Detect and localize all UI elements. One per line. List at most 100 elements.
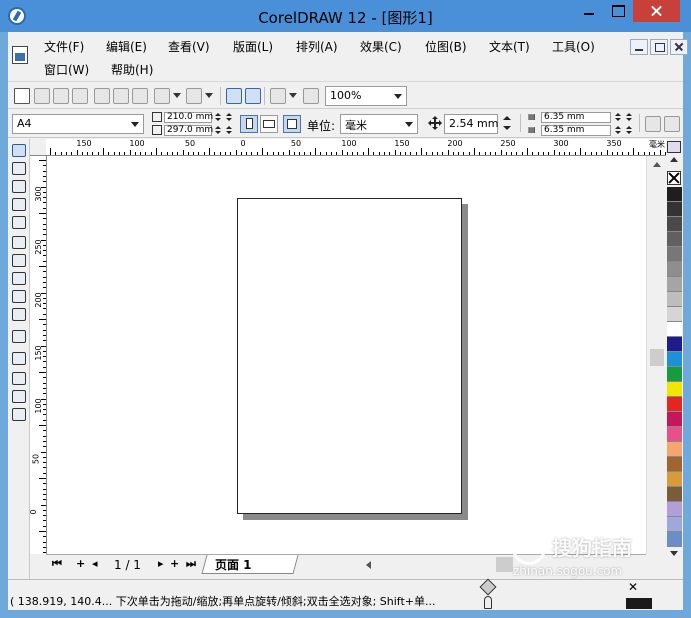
color-swatch[interactable]	[667, 187, 682, 202]
snap-to-grid-icon[interactable]	[645, 116, 661, 132]
export-icon[interactable]	[245, 88, 261, 104]
fill-tool-icon[interactable]	[11, 389, 27, 403]
undo-dropdown-icon[interactable]	[170, 88, 186, 104]
redo-dropdown-icon[interactable]	[202, 88, 218, 104]
previous-page-icon[interactable]: ◂	[92, 557, 98, 570]
save-icon[interactable]	[53, 88, 69, 104]
add-page-before-icon[interactable]: +	[76, 557, 85, 570]
menu-text[interactable]: 文本(T)	[489, 38, 530, 55]
color-swatch[interactable]	[667, 202, 682, 217]
vertical-scrollbar[interactable]	[646, 156, 666, 554]
paste-icon[interactable]	[132, 88, 148, 104]
color-swatch[interactable]	[667, 307, 682, 322]
duplicate-x-spinner[interactable]	[614, 113, 624, 123]
color-swatch[interactable]	[667, 292, 682, 307]
color-swatch[interactable]	[667, 367, 682, 382]
color-swatch[interactable]	[667, 532, 682, 547]
all-pages-setup-button[interactable]	[283, 115, 301, 133]
drawing-canvas[interactable]	[47, 156, 666, 554]
duplicate-y-spinner[interactable]	[614, 126, 624, 136]
menu-view[interactable]: 查看(V)	[168, 38, 210, 55]
menu-help[interactable]: 帮助(H)	[111, 61, 153, 78]
color-swatch[interactable]	[667, 502, 682, 517]
color-swatch[interactable]	[667, 352, 682, 367]
doc-restore-button[interactable]	[650, 39, 668, 55]
outline-indicator-icon[interactable]	[484, 596, 492, 609]
polygon-tool-icon[interactable]	[11, 271, 27, 285]
undo-icon[interactable]	[154, 88, 170, 104]
menu-window[interactable]: 窗口(W)	[44, 61, 89, 78]
palette-scroll-down-icon[interactable]	[670, 551, 678, 556]
duplicate-y-field[interactable]: 6.35 mm	[541, 125, 611, 136]
palette-scroll-up-icon[interactable]	[670, 157, 678, 162]
color-swatch[interactable]	[667, 442, 682, 457]
no-color-swatch[interactable]	[667, 171, 681, 185]
menu-effects[interactable]: 效果(C)	[360, 38, 402, 55]
zoom-level-select[interactable]: 100%	[325, 86, 407, 106]
palette-options-icon[interactable]	[667, 141, 681, 153]
scroll-left-icon[interactable]	[366, 561, 371, 569]
corel-online-icon[interactable]	[303, 88, 319, 104]
last-page-icon[interactable]: ⏭	[186, 557, 196, 571]
page-tab-1[interactable]: 页面 1	[201, 555, 299, 574]
rectangle-tool-icon[interactable]	[11, 235, 27, 249]
color-swatch[interactable]	[667, 397, 682, 412]
color-swatch[interactable]	[667, 472, 682, 487]
ellipse-tool-icon[interactable]	[11, 253, 27, 267]
outline-color-swatch[interactable]	[626, 598, 652, 609]
add-page-after-icon[interactable]: +	[170, 557, 179, 570]
text-tool-icon[interactable]	[11, 307, 27, 321]
page-width-spinner-alt[interactable]	[225, 113, 235, 123]
close-button[interactable]	[633, 0, 680, 22]
snap-to-guidelines-icon[interactable]	[664, 116, 680, 132]
color-swatch[interactable]	[667, 247, 682, 262]
menu-edit[interactable]: 编辑(E)	[106, 38, 147, 55]
color-swatch[interactable]	[667, 457, 682, 472]
redo-icon[interactable]	[186, 88, 202, 104]
smart-fill-tool-icon[interactable]	[11, 215, 27, 229]
page-height-spinner[interactable]	[214, 126, 224, 136]
drawing-page[interactable]	[237, 198, 462, 514]
page-height-field[interactable]: 297.0 mm	[164, 125, 213, 136]
launcher-dropdown-icon[interactable]	[286, 88, 302, 104]
duplicate-y-spinner-alt[interactable]	[625, 126, 635, 136]
color-swatch[interactable]	[667, 427, 682, 442]
paper-size-select[interactable]: A4	[12, 114, 144, 134]
ruler-origin[interactable]	[30, 139, 47, 156]
page-height-spinner-alt[interactable]	[225, 126, 235, 136]
minimize-button[interactable]	[575, 0, 603, 22]
scroll-up-icon[interactable]	[653, 162, 661, 167]
menu-layout[interactable]: 版面(L)	[233, 38, 273, 55]
outline-tool-icon[interactable]	[11, 371, 27, 385]
shape-tool-icon[interactable]	[11, 161, 27, 175]
doc-minimize-button[interactable]	[630, 39, 648, 55]
open-icon[interactable]	[34, 88, 50, 104]
vertical-scroll-thumb[interactable]	[650, 349, 664, 366]
zoom-tool-icon[interactable]	[11, 179, 27, 193]
copy-icon[interactable]	[113, 88, 129, 104]
new-icon[interactable]	[14, 88, 30, 104]
fill-indicator-icon[interactable]	[479, 578, 497, 596]
color-swatch[interactable]	[667, 382, 682, 397]
horizontal-ruler[interactable]: 150 100 50 0 50 100 150 200 250 300 350 毫米	[46, 139, 666, 156]
color-swatch[interactable]	[667, 487, 682, 502]
application-launcher-icon[interactable]	[270, 88, 286, 104]
color-swatch[interactable]	[667, 337, 682, 352]
color-swatch[interactable]	[667, 322, 682, 337]
nudge-spinner[interactable]	[502, 115, 512, 133]
portrait-orientation-button[interactable]	[240, 115, 258, 133]
menu-file[interactable]: 文件(F)	[44, 38, 84, 55]
basic-shapes-tool-icon[interactable]	[11, 289, 27, 303]
color-swatch[interactable]	[667, 412, 682, 427]
doc-close-button[interactable]	[670, 39, 688, 55]
first-page-icon[interactable]: ⏮	[52, 557, 62, 571]
color-swatch[interactable]	[667, 262, 682, 277]
document-icon[interactable]	[12, 46, 28, 64]
print-icon[interactable]	[72, 88, 88, 104]
landscape-orientation-button[interactable]	[260, 115, 278, 133]
nudge-distance-field[interactable]: 2.54 mm	[444, 114, 498, 134]
color-swatch[interactable]	[667, 232, 682, 247]
menu-bitmaps[interactable]: 位图(B)	[425, 38, 467, 55]
menu-tools[interactable]: 工具(O)	[552, 38, 595, 55]
next-page-icon[interactable]: ▸	[158, 557, 164, 570]
